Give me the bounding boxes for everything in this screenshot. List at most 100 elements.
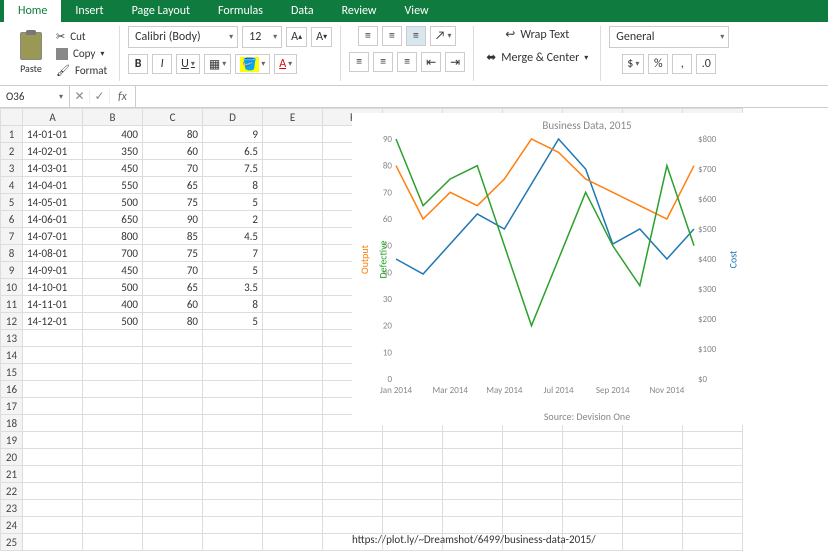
cell-E8[interactable] [263,245,323,262]
cell-K22[interactable] [623,483,683,500]
row-header-2[interactable]: 2 [1,143,23,160]
cell-C17[interactable] [143,398,203,415]
cell-B7[interactable]: 800 [83,228,143,245]
fx-label[interactable]: fx [110,86,136,107]
cell-L22[interactable] [683,483,743,500]
enter-formula-button[interactable]: ✓ [90,89,110,104]
cell-I21[interactable] [503,466,563,483]
chart-area[interactable]: Business Data, 2015 0102030405060708090$… [352,113,822,425]
cell-D11[interactable]: 8 [203,296,263,313]
cell-C1[interactable]: 80 [143,126,203,143]
tab-insert[interactable]: Insert [61,0,117,22]
fill-color-button[interactable]: 🪣 [235,54,270,74]
cell-C13[interactable] [143,330,203,347]
tab-view[interactable]: View [391,0,443,22]
cell-B24[interactable] [83,517,143,534]
cell-E15[interactable] [263,364,323,381]
cell-B6[interactable]: 650 [83,211,143,228]
tab-page-layout[interactable]: Page Layout [118,0,204,22]
cell-D4[interactable]: 8 [203,177,263,194]
cell-D19[interactable] [203,432,263,449]
cell-A9[interactable]: 14-09-01 [23,262,83,279]
cell-C24[interactable] [143,517,203,534]
cell-G19[interactable] [383,432,443,449]
cell-C2[interactable]: 60 [143,143,203,160]
cell-H23[interactable] [443,500,503,517]
merge-center-button[interactable]: ⬌ Merge & Center ▾ [482,49,592,66]
bold-button[interactable]: B [128,54,148,74]
formula-input[interactable] [136,86,828,107]
cell-K25[interactable] [623,534,683,551]
cell-G21[interactable] [383,466,443,483]
cell-E1[interactable] [263,126,323,143]
cell-A20[interactable] [23,449,83,466]
cell-E16[interactable] [263,381,323,398]
cell-K24[interactable] [623,517,683,534]
row-header-8[interactable]: 8 [1,245,23,262]
cell-C14[interactable] [143,347,203,364]
name-box[interactable]: O36 ▾ [0,86,70,107]
cell-L20[interactable] [683,449,743,466]
cell-D17[interactable] [203,398,263,415]
select-all-corner[interactable] [1,109,23,126]
copy-button[interactable]: Copy ▾ [52,46,111,61]
cell-B12[interactable]: 500 [83,313,143,330]
cell-C5[interactable]: 75 [143,194,203,211]
cell-G20[interactable] [383,449,443,466]
cell-D7[interactable]: 4.5 [203,228,263,245]
row-header-13[interactable]: 13 [1,330,23,347]
cell-A4[interactable]: 14-04-01 [23,177,83,194]
cell-D21[interactable] [203,466,263,483]
cell-D9[interactable]: 5 [203,262,263,279]
cell-I23[interactable] [503,500,563,517]
cell-F19[interactable] [323,432,383,449]
cell-G22[interactable] [383,483,443,500]
cell-C4[interactable]: 65 [143,177,203,194]
row-header-5[interactable]: 5 [1,194,23,211]
cell-D25[interactable] [203,534,263,551]
cell-J24[interactable] [563,517,623,534]
currency-button[interactable]: $ [622,54,644,74]
cell-E2[interactable] [263,143,323,160]
align-right-button[interactable]: ≡ [397,52,417,72]
paste-button[interactable]: Paste [14,30,48,77]
cell-E23[interactable] [263,500,323,517]
cell-E10[interactable] [263,279,323,296]
align-top-button[interactable]: ≡ [358,26,378,46]
cell-F20[interactable] [323,449,383,466]
cell-E7[interactable] [263,228,323,245]
cell-B14[interactable] [83,347,143,364]
cell-E24[interactable] [263,517,323,534]
cell-A16[interactable] [23,381,83,398]
font-size-select[interactable]: 12 [242,26,282,48]
cell-K19[interactable] [623,432,683,449]
cell-B15[interactable] [83,364,143,381]
align-center-button[interactable]: ≡ [373,52,393,72]
cell-B23[interactable] [83,500,143,517]
font-color-button[interactable]: A [274,54,297,74]
cell-A17[interactable] [23,398,83,415]
cell-C18[interactable] [143,415,203,432]
cell-I24[interactable] [503,517,563,534]
cell-E25[interactable] [263,534,323,551]
cell-B21[interactable] [83,466,143,483]
cell-B18[interactable] [83,415,143,432]
cell-D10[interactable]: 3.5 [203,279,263,296]
cell-C19[interactable] [143,432,203,449]
row-header-10[interactable]: 10 [1,279,23,296]
cell-E5[interactable] [263,194,323,211]
cell-I19[interactable] [503,432,563,449]
cell-C22[interactable] [143,483,203,500]
cell-E13[interactable] [263,330,323,347]
cell-B3[interactable]: 450 [83,160,143,177]
cell-L19[interactable] [683,432,743,449]
cell-H21[interactable] [443,466,503,483]
cell-D20[interactable] [203,449,263,466]
increase-indent-button[interactable]: ⇥ [445,52,465,72]
align-bottom-button[interactable]: ≡ [406,26,426,46]
cell-J20[interactable] [563,449,623,466]
cell-F24[interactable] [323,517,383,534]
row-header-4[interactable]: 4 [1,177,23,194]
cell-A5[interactable]: 14-05-01 [23,194,83,211]
row-header-7[interactable]: 7 [1,228,23,245]
